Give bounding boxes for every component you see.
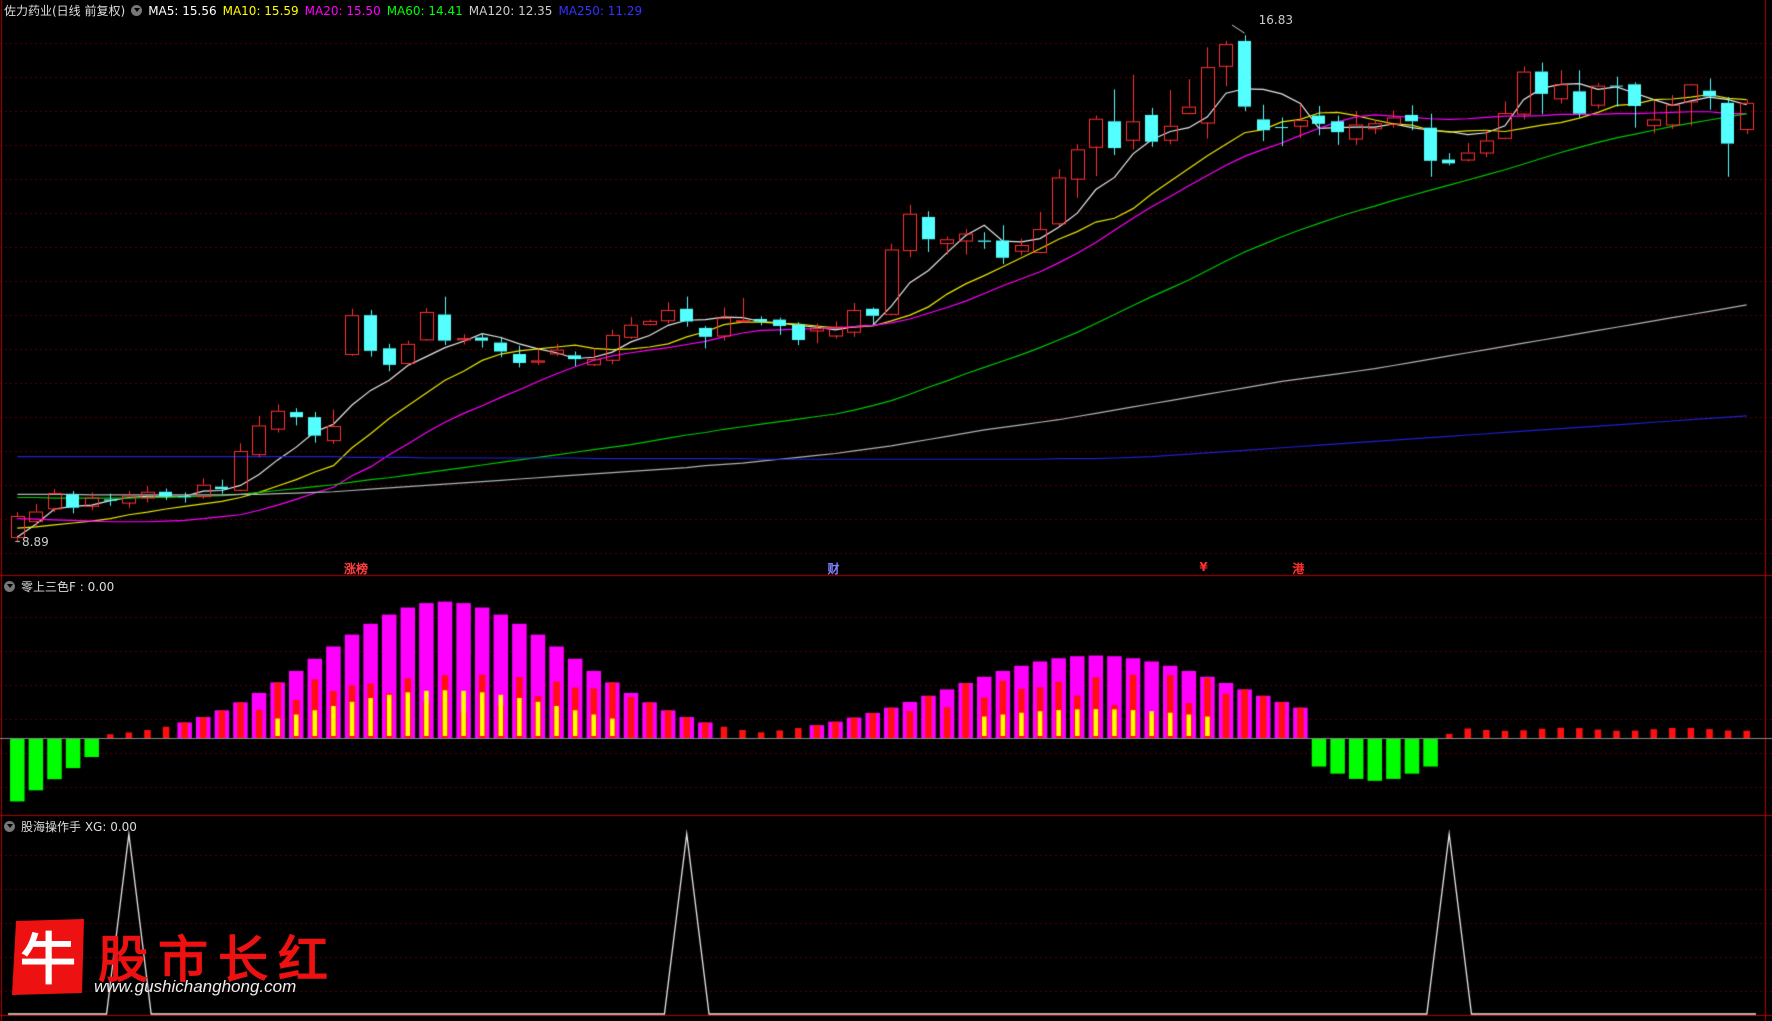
ma-legend-ma20: MA20: 15.50 xyxy=(304,4,381,18)
brand-logo-char: 牛 xyxy=(20,927,76,993)
dropdown-icon[interactable] xyxy=(131,5,143,16)
ma-legend-ma60: MA60: 14.41 xyxy=(386,4,463,18)
event-marker[interactable]: 港 xyxy=(1292,560,1304,577)
dropdown-icon[interactable] xyxy=(4,821,15,832)
indicator2-title: 股海操作手 XG: 0.00 xyxy=(21,820,137,834)
ma-legend-ma10: MA10: 15.59 xyxy=(222,4,299,18)
dropdown-icon[interactable] xyxy=(4,581,15,592)
price-panel-header: 佐力药业(日线 前复权) MA5: 15.56 MA10: 15.59 MA20: 1… xyxy=(4,2,648,19)
indicator2-header: 股海操作手 XG: 0.00 xyxy=(4,818,143,835)
brand-logo: 牛 xyxy=(12,919,84,995)
ma-legend-ma250: MA250: 11.29 xyxy=(558,4,643,18)
ma-legend-ma5: MA5: 15.56 xyxy=(148,4,217,18)
watermark-url: www.gushichanghong.com xyxy=(94,977,297,996)
event-marker[interactable]: ¥ xyxy=(1199,560,1207,574)
event-marker[interactable]: 财 xyxy=(828,560,840,577)
ma-legend-ma120: MA120: 12.35 xyxy=(468,4,553,18)
stock-chart-canvas[interactable] xyxy=(0,0,1772,1021)
event-marker[interactable]: 涨榜 xyxy=(344,560,368,577)
high-price-label: 16.83 xyxy=(1258,13,1293,28)
indicator1-title: 零上三色F : 0.00 xyxy=(21,580,115,594)
indicator1-header: 零上三色F : 0.00 xyxy=(4,578,120,595)
low-price-label: 8.89 xyxy=(22,534,49,549)
stock-title: 佐力药业(日线 前复权) xyxy=(4,4,126,18)
